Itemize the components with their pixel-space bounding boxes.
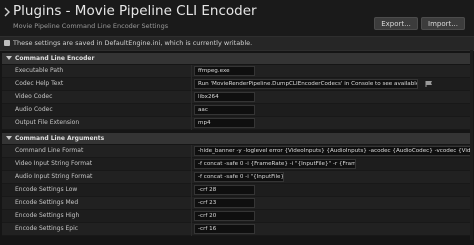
encode-settings-high-field[interactable]: -crf 20	[194, 211, 255, 221]
property-name: Audio Input String Format	[15, 173, 93, 180]
audio-input-string-format-field[interactable]: -f concat -safe 0 -i "{InputFile}"	[194, 172, 284, 182]
row-codec-help-text: Codec Help Text Run 'MovieRenderPipeline…	[2, 78, 470, 91]
import-button[interactable]: Import...	[421, 17, 465, 30]
section-label: Command Line Encoder	[15, 54, 95, 62]
row-encode-settings-med: Encode Settings Med -crf 23	[2, 197, 470, 210]
command-line-format-field[interactable]: -hide_banner -y -loglevel error {VideoIn…	[194, 146, 472, 156]
property-name: Encode Settings Med	[15, 199, 79, 206]
section-command-line-encoder[interactable]: Command Line Encoder	[2, 53, 470, 64]
video-input-string-format-field[interactable]: -f concat -safe 0 -i {FrameRate} -i "{In…	[194, 159, 356, 169]
row-encode-settings-epic: Encode Settings Epic -crf 16	[2, 223, 470, 236]
section-command-line-arguments[interactable]: Command Line Arguments	[2, 133, 470, 144]
row-encode-settings-high: Encode Settings High -crf 20	[2, 210, 470, 223]
codec-help-text-field[interactable]: Run 'MovieRenderPipeline.DumpCLIEncoderC…	[194, 79, 418, 89]
column-divider[interactable]	[191, 104, 192, 117]
scrollbar[interactable]	[470, 50, 473, 240]
row-video-input-string-format: Video Input String Format -f concat -saf…	[2, 158, 470, 171]
audio-codec-field[interactable]: aac	[194, 105, 255, 115]
chevron-down-icon	[6, 56, 12, 60]
column-divider[interactable]	[191, 65, 192, 78]
title-bar: Plugins - Movie Pipeline CLI Encoder Mov…	[0, 0, 474, 40]
property-name: Video Codec	[15, 93, 53, 100]
property-name: Encode Settings Low	[15, 186, 78, 193]
column-divider[interactable]	[191, 91, 192, 104]
column-divider[interactable]	[191, 78, 192, 91]
encode-settings-med-field[interactable]: -crf 23	[194, 198, 255, 208]
notice-text: These settings are saved in DefaultEngin…	[13, 39, 253, 47]
chevron-down-icon	[6, 136, 12, 140]
row-audio-input-string-format: Audio Input String Format -f concat -saf…	[2, 171, 470, 184]
column-divider[interactable]	[191, 223, 192, 236]
property-name: Codec Help Text	[15, 80, 64, 87]
row-video-codec: Video Codec libx264	[2, 91, 470, 104]
page-title: Plugins - Movie Pipeline CLI Encoder	[13, 3, 257, 19]
executable-path-field[interactable]: ffmpeg.exe	[194, 66, 255, 76]
section-label: Command Line Arguments	[15, 134, 105, 142]
property-name: Output File Extension	[15, 119, 80, 126]
column-divider[interactable]	[191, 184, 192, 197]
row-output-file-extension: Output File Extension mp4	[2, 117, 470, 130]
row-command-line-format: Command Line Format -hide_banner -y -log…	[2, 145, 472, 158]
column-divider[interactable]	[191, 158, 192, 171]
property-name: Video Input String Format	[15, 160, 93, 167]
property-name: Executable Path	[15, 67, 64, 74]
export-button[interactable]: Export...	[374, 17, 418, 30]
property-name: Encode Settings Epic	[15, 225, 79, 232]
row-executable-path: Executable Path ffmpeg.exe	[2, 65, 470, 78]
file-icon	[4, 40, 10, 46]
column-divider[interactable]	[191, 117, 192, 130]
row-encode-settings-low: Encode Settings Low -crf 28	[2, 184, 470, 197]
column-divider[interactable]	[191, 210, 192, 223]
page-subtitle: Movie Pipeline Command Line Encoder Sett…	[13, 22, 169, 30]
property-name: Encode Settings High	[15, 212, 80, 219]
property-name: Audio Codec	[15, 106, 53, 113]
flag-icon[interactable]	[425, 80, 433, 88]
property-name: Command Line Format	[15, 147, 84, 154]
column-divider[interactable]	[191, 197, 192, 210]
output-file-extension-field[interactable]: mp4	[194, 118, 255, 128]
config-notice: These settings are saved in DefaultEngin…	[0, 36, 474, 51]
chevron-icon	[4, 7, 10, 17]
video-codec-field[interactable]: libx264	[194, 92, 255, 102]
row-audio-codec: Audio Codec aac	[2, 104, 470, 117]
column-divider[interactable]	[191, 145, 192, 158]
encode-settings-epic-field[interactable]: -crf 16	[194, 224, 255, 234]
encode-settings-low-field[interactable]: -crf 28	[194, 185, 255, 195]
column-divider[interactable]	[191, 171, 192, 184]
